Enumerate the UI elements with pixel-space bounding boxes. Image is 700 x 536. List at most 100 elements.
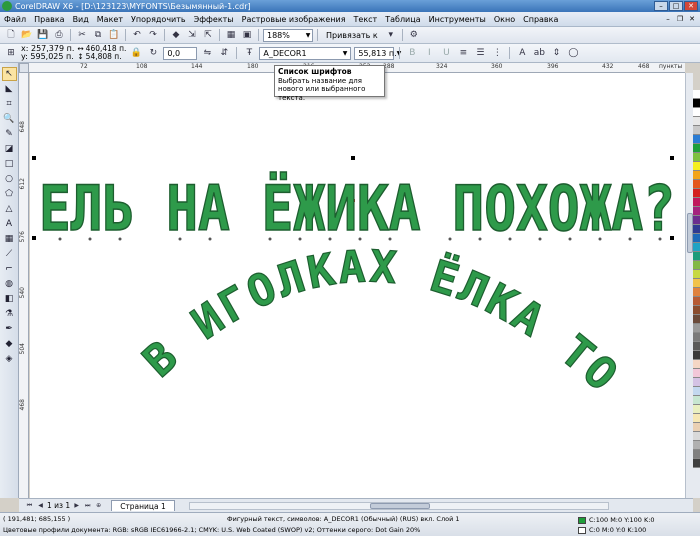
pick-tool-icon[interactable]: ↖ — [1, 67, 17, 81]
color-swatch[interactable] — [693, 180, 700, 189]
height-field[interactable]: 54,808 п. — [86, 53, 122, 61]
color-swatch[interactable] — [693, 234, 700, 243]
fill-indicator[interactable]: C:100 M:0 Y:100 K:0 — [578, 516, 655, 524]
freehand-tool-icon[interactable]: ✎ — [2, 127, 17, 141]
welcome-screen-icon[interactable]: ▣ — [240, 28, 254, 42]
scrollbar-thumb[interactable] — [369, 502, 430, 509]
color-swatch[interactable] — [693, 324, 700, 333]
basic-shapes-icon[interactable]: △ — [2, 202, 17, 216]
mirror-horizontal-icon[interactable]: ⇋ — [200, 46, 214, 60]
edit-text-icon[interactable]: ab — [532, 46, 546, 60]
undo-icon[interactable]: ↶ — [130, 28, 144, 42]
zoom-level-select[interactable]: 188% ▼ — [263, 28, 313, 42]
table-tool-icon[interactable]: ▦ — [2, 232, 17, 246]
new-document-icon[interactable]: 🗋 — [4, 28, 18, 42]
color-swatch[interactable] — [693, 441, 700, 450]
mirror-vertical-icon[interactable]: ⇵ — [217, 46, 231, 60]
next-page-icon[interactable]: ▶ — [72, 501, 81, 510]
ellipse-tool-icon[interactable]: ○ — [2, 172, 17, 186]
color-swatch[interactable] — [693, 351, 700, 360]
color-swatch[interactable] — [693, 279, 700, 288]
menu-arrange[interactable]: Упорядочить — [127, 15, 190, 24]
close-icon[interactable]: ✕ — [684, 1, 698, 11]
export-icon[interactable]: ⇱ — [201, 28, 215, 42]
color-swatch[interactable] — [693, 333, 700, 342]
paste-icon[interactable]: 📋 — [107, 28, 121, 42]
color-swatch[interactable] — [693, 459, 700, 468]
outline-indicator[interactable]: C:0 M:0 Y:0 K:100 — [578, 526, 646, 534]
vertical-ruler[interactable]: 648 612 576 540 504 468 — [19, 73, 29, 498]
eyedropper-tool-icon[interactable]: ⚗ — [2, 307, 17, 321]
color-swatch[interactable] — [693, 252, 700, 261]
menu-edit[interactable]: Правка — [30, 15, 68, 24]
rectangle-tool-icon[interactable]: □ — [2, 157, 17, 171]
shape-tool-icon[interactable]: ◣ — [2, 82, 17, 96]
artistic-text-line-1[interactable]: ЕЛЬ НА ЁЖИКА ПОХОЖА? — [38, 171, 676, 246]
add-page-icon[interactable]: ⊕ — [94, 501, 103, 510]
color-swatch[interactable] — [693, 135, 700, 144]
color-swatch[interactable] — [693, 270, 700, 279]
color-swatch[interactable] — [693, 189, 700, 198]
color-swatch[interactable] — [693, 144, 700, 153]
menu-effects[interactable]: Эффекты — [190, 15, 238, 24]
color-swatch[interactable] — [693, 288, 700, 297]
import-icon[interactable]: ⇲ — [185, 28, 199, 42]
drawing-canvas[interactable]: ЕЛЬ НА ЁЖИКА ПОХОЖА? ЁЖ В ИГОЛКАХ ЁЛКА Т… — [30, 73, 685, 498]
open-icon[interactable]: 📂 — [20, 28, 34, 42]
ruler-origin[interactable] — [19, 63, 29, 73]
doc-minimize-icon[interactable]: – — [663, 15, 673, 24]
cut-icon[interactable]: ✂ — [75, 28, 89, 42]
color-swatch[interactable] — [693, 378, 700, 387]
color-swatch[interactable] — [693, 171, 700, 180]
color-swatch[interactable] — [693, 405, 700, 414]
snap-to-button[interactable]: Привязать к — [322, 31, 382, 40]
color-swatch[interactable] — [693, 207, 700, 216]
color-swatch[interactable] — [693, 297, 700, 306]
underline-icon[interactable]: U — [439, 46, 453, 60]
character-formatting-icon[interactable]: A — [515, 46, 529, 60]
first-page-icon[interactable]: ⏮ — [25, 501, 34, 510]
minimize-icon[interactable]: – — [654, 1, 668, 11]
color-swatch[interactable] — [693, 216, 700, 225]
bullet-list-icon[interactable]: ☰ — [473, 46, 487, 60]
italic-icon[interactable]: I — [422, 46, 436, 60]
color-swatch[interactable] — [693, 369, 700, 378]
menu-help[interactable]: Справка — [519, 15, 562, 24]
crop-tool-icon[interactable]: ⌗ — [2, 97, 17, 111]
color-swatch[interactable] — [693, 423, 700, 432]
menu-bitmaps[interactable]: Растровые изображения — [238, 15, 350, 24]
redo-icon[interactable]: ↷ — [146, 28, 160, 42]
numbered-list-icon[interactable]: ⋮ — [490, 46, 504, 60]
vertical-scrollbar[interactable] — [685, 73, 693, 498]
transparency-tool-icon[interactable]: ◧ — [2, 292, 17, 306]
menu-file[interactable]: Файл — [0, 15, 30, 24]
color-swatch[interactable] — [693, 450, 700, 459]
menu-text[interactable]: Текст — [350, 15, 382, 24]
lock-ratio-icon[interactable]: 🔒 — [129, 46, 143, 60]
color-swatch[interactable] — [693, 99, 700, 108]
save-icon[interactable]: 💾 — [36, 28, 50, 42]
menu-layout[interactable]: Макет — [93, 15, 127, 24]
color-swatch[interactable] — [693, 117, 700, 126]
color-swatch[interactable] — [693, 90, 700, 99]
search-content-icon[interactable]: ◆ — [169, 28, 183, 42]
font-list-select[interactable]: A_DECOR1 ▼ — [259, 46, 352, 60]
vertical-text-icon[interactable]: ⇕ — [549, 46, 563, 60]
color-swatch[interactable] — [693, 360, 700, 369]
print-icon[interactable]: ⎙ — [52, 28, 66, 42]
doc-restore-icon[interactable]: ❐ — [675, 15, 685, 24]
dimension-tool-icon[interactable]: ⟋ — [2, 247, 17, 261]
menu-view[interactable]: Вид — [69, 15, 93, 24]
zoom-tool-icon[interactable]: 🔍 — [2, 112, 17, 126]
color-swatch[interactable] — [693, 306, 700, 315]
previous-page-icon[interactable]: ◀ — [36, 501, 45, 510]
chevron-down-icon[interactable]: ▾ — [384, 28, 398, 42]
color-swatch[interactable] — [693, 261, 700, 270]
y-position-field[interactable]: y: 595,025 п. — [21, 53, 74, 61]
color-swatch[interactable] — [693, 198, 700, 207]
font-size-select[interactable]: 55,813 п. ▼ — [354, 46, 401, 60]
color-swatch[interactable] — [693, 342, 700, 351]
options-icon[interactable]: ⚙ — [407, 28, 421, 42]
smart-fill-tool-icon[interactable]: ◪ — [2, 142, 17, 156]
color-profiles[interactable]: Цветовые профили документа: RGB: sRGB IE… — [3, 526, 420, 534]
